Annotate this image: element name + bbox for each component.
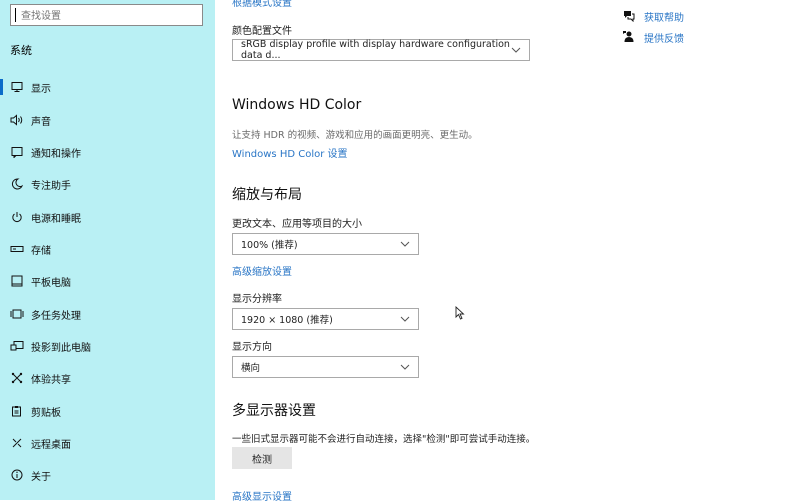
sidebar-item-label: 平板电脑 xyxy=(31,277,71,289)
sidebar: 系统 显示 声音 通知和操作 专注助手 电源和睡眠 存储 xyxy=(0,0,215,500)
sidebar-item-tablet[interactable]: 平板电脑 xyxy=(0,269,215,293)
text-caret xyxy=(15,8,16,22)
share-icon xyxy=(9,372,25,384)
moon-icon xyxy=(9,178,25,190)
hdr-settings-link[interactable]: Windows HD Color 设置 xyxy=(232,145,348,160)
text-size-label: 更改文本、应用等项目的大小 xyxy=(232,219,362,230)
mouse-cursor-icon xyxy=(455,305,465,324)
project-icon xyxy=(9,340,25,352)
storage-icon xyxy=(9,244,25,254)
chevron-down-icon xyxy=(400,364,410,370)
sidebar-header: 系统 xyxy=(10,44,32,57)
feedback-label: 提供反馈 xyxy=(644,34,684,45)
scale-layout-title: 缩放与布局 xyxy=(232,187,302,203)
sidebar-item-label: 专注助手 xyxy=(31,180,71,192)
clipboard-icon xyxy=(9,405,25,417)
multi-display-description: 一些旧式显示器可能不会进行自动连接，选择"检测"即可尝试手动连接。 xyxy=(232,434,536,445)
sidebar-item-storage[interactable]: 存储 xyxy=(0,237,215,261)
sidebar-item-label: 显示 xyxy=(31,83,51,95)
notification-icon xyxy=(9,146,25,158)
chevron-down-icon xyxy=(511,47,521,53)
sidebar-item-label: 投影到此电脑 xyxy=(31,342,91,354)
resolution-label: 显示分辨率 xyxy=(232,294,282,305)
get-help-label: 获取帮助 xyxy=(644,13,684,24)
help-chat-icon xyxy=(622,7,635,26)
sidebar-item-label: 关于 xyxy=(31,471,51,483)
sidebar-item-shared-experiences[interactable]: 体验共享 xyxy=(0,366,215,390)
advanced-display-link[interactable]: 高级显示设置 xyxy=(232,488,292,503)
sidebar-item-remote-desktop[interactable]: 远程桌面 xyxy=(0,431,215,455)
sidebar-item-display[interactable]: 显示 xyxy=(0,75,215,99)
sidebar-item-label: 声音 xyxy=(31,116,51,128)
sidebar-item-label: 多任务处理 xyxy=(31,310,81,322)
color-profile-dropdown[interactable]: sRGB display profile with display hardwa… xyxy=(232,39,530,61)
orientation-value: 横向 xyxy=(241,363,261,374)
feedback-person-icon xyxy=(622,28,635,47)
sidebar-item-label: 通知和操作 xyxy=(31,148,81,160)
orientation-dropdown[interactable]: 横向 xyxy=(232,356,419,378)
tablet-icon xyxy=(9,275,25,287)
advanced-scaling-link[interactable]: 高级缩放设置 xyxy=(232,263,292,278)
color-profile-label: 颜色配置文件 xyxy=(232,26,292,37)
sidebar-item-label: 剪贴板 xyxy=(31,407,61,419)
speaker-icon xyxy=(9,114,25,126)
orientation-label: 显示方向 xyxy=(232,342,272,353)
hdr-description: 让支持 HDR 的视频、游戏和应用的画面更明亮、更生动。 xyxy=(232,130,478,141)
color-profile-value: sRGB display profile with display hardwa… xyxy=(241,39,510,61)
scale-value: 100% (推荐) xyxy=(241,240,298,251)
search-box[interactable] xyxy=(10,4,203,27)
mode-settings-link[interactable]: 根据模式设置 xyxy=(232,0,292,9)
sidebar-item-about[interactable]: 关于 xyxy=(0,463,215,487)
chevron-down-icon xyxy=(400,241,410,247)
sidebar-item-clipboard[interactable]: 剪贴板 xyxy=(0,399,215,423)
info-icon xyxy=(9,469,25,481)
sidebar-item-power[interactable]: 电源和睡眠 xyxy=(0,205,215,229)
get-help-link[interactable]: 获取帮助 xyxy=(622,7,684,26)
resolution-dropdown[interactable]: 1920 × 1080 (推荐) xyxy=(232,308,419,330)
monitor-icon xyxy=(9,81,25,93)
power-icon xyxy=(9,211,25,223)
sidebar-item-focus-assist[interactable]: 专注助手 xyxy=(0,172,215,196)
scale-dropdown[interactable]: 100% (推荐) xyxy=(232,233,419,255)
sidebar-item-project[interactable]: 投影到此电脑 xyxy=(0,334,215,358)
hdr-title: Windows HD Color xyxy=(232,97,362,113)
sidebar-item-multitasking[interactable]: 多任务处理 xyxy=(0,302,215,326)
sidebar-item-label: 体验共享 xyxy=(31,374,71,386)
sidebar-item-sound[interactable]: 声音 xyxy=(0,108,215,132)
chevron-down-icon xyxy=(400,316,410,322)
sidebar-item-label: 存储 xyxy=(31,245,51,257)
detect-button[interactable]: 检测 xyxy=(232,447,292,469)
remote-icon xyxy=(9,437,25,449)
multitask-icon xyxy=(9,308,25,320)
sidebar-item-label: 远程桌面 xyxy=(31,439,71,451)
resolution-value: 1920 × 1080 (推荐) xyxy=(241,315,333,326)
feedback-link[interactable]: 提供反馈 xyxy=(622,28,684,47)
sidebar-item-label: 电源和睡眠 xyxy=(31,213,81,225)
sidebar-item-notifications[interactable]: 通知和操作 xyxy=(0,140,215,164)
multi-display-title: 多显示器设置 xyxy=(232,403,316,419)
search-input[interactable] xyxy=(19,5,203,27)
